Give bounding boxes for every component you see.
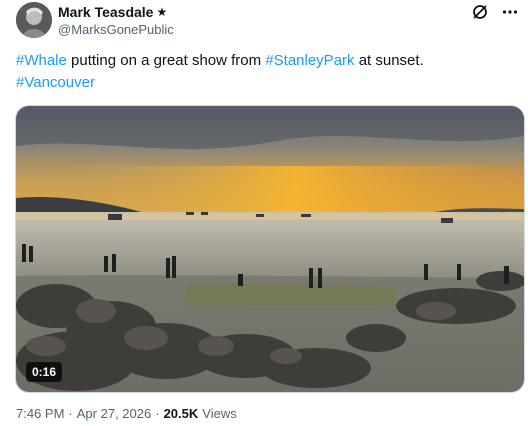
video-thumbnail: [16, 106, 524, 392]
tweet-text: #Whale putting on a great show from #Sta…: [16, 50, 516, 94]
tweet-meta: 7:46 PM · Apr 27, 2026 · 20.5K Views: [16, 406, 237, 421]
tweet-text-part: at sunset.: [354, 52, 424, 69]
video-duration: 0:16: [26, 362, 63, 382]
hashtag-whale[interactable]: #Whale: [16, 52, 67, 69]
views-label: Views: [202, 406, 237, 421]
avatar[interactable]: [16, 2, 52, 38]
author-display-name[interactable]: Mark Teasdale: [58, 4, 153, 20]
views-count: 20.5K: [163, 406, 199, 421]
tweet-header: Mark Teasdale ★ @MarksGonePublic: [16, 2, 520, 46]
hashtag-vancouver[interactable]: #Vancouver: [16, 74, 95, 91]
separator: ·: [68, 406, 73, 421]
tweet-text-part: putting on a great show from: [66, 52, 266, 69]
author-handle[interactable]: @MarksGonePublic: [58, 22, 174, 37]
more-icon[interactable]: [500, 2, 520, 22]
star-badge: ★: [156, 5, 168, 19]
video-player[interactable]: 0:16: [15, 105, 525, 393]
separator: ·: [155, 406, 160, 421]
grok-icon[interactable]: [470, 2, 490, 22]
hashtag-stanleypark[interactable]: #StanleyPark: [265, 52, 354, 69]
tweet-date[interactable]: Apr 27, 2026: [77, 406, 151, 421]
tweet-time[interactable]: 7:46 PM: [16, 406, 64, 421]
